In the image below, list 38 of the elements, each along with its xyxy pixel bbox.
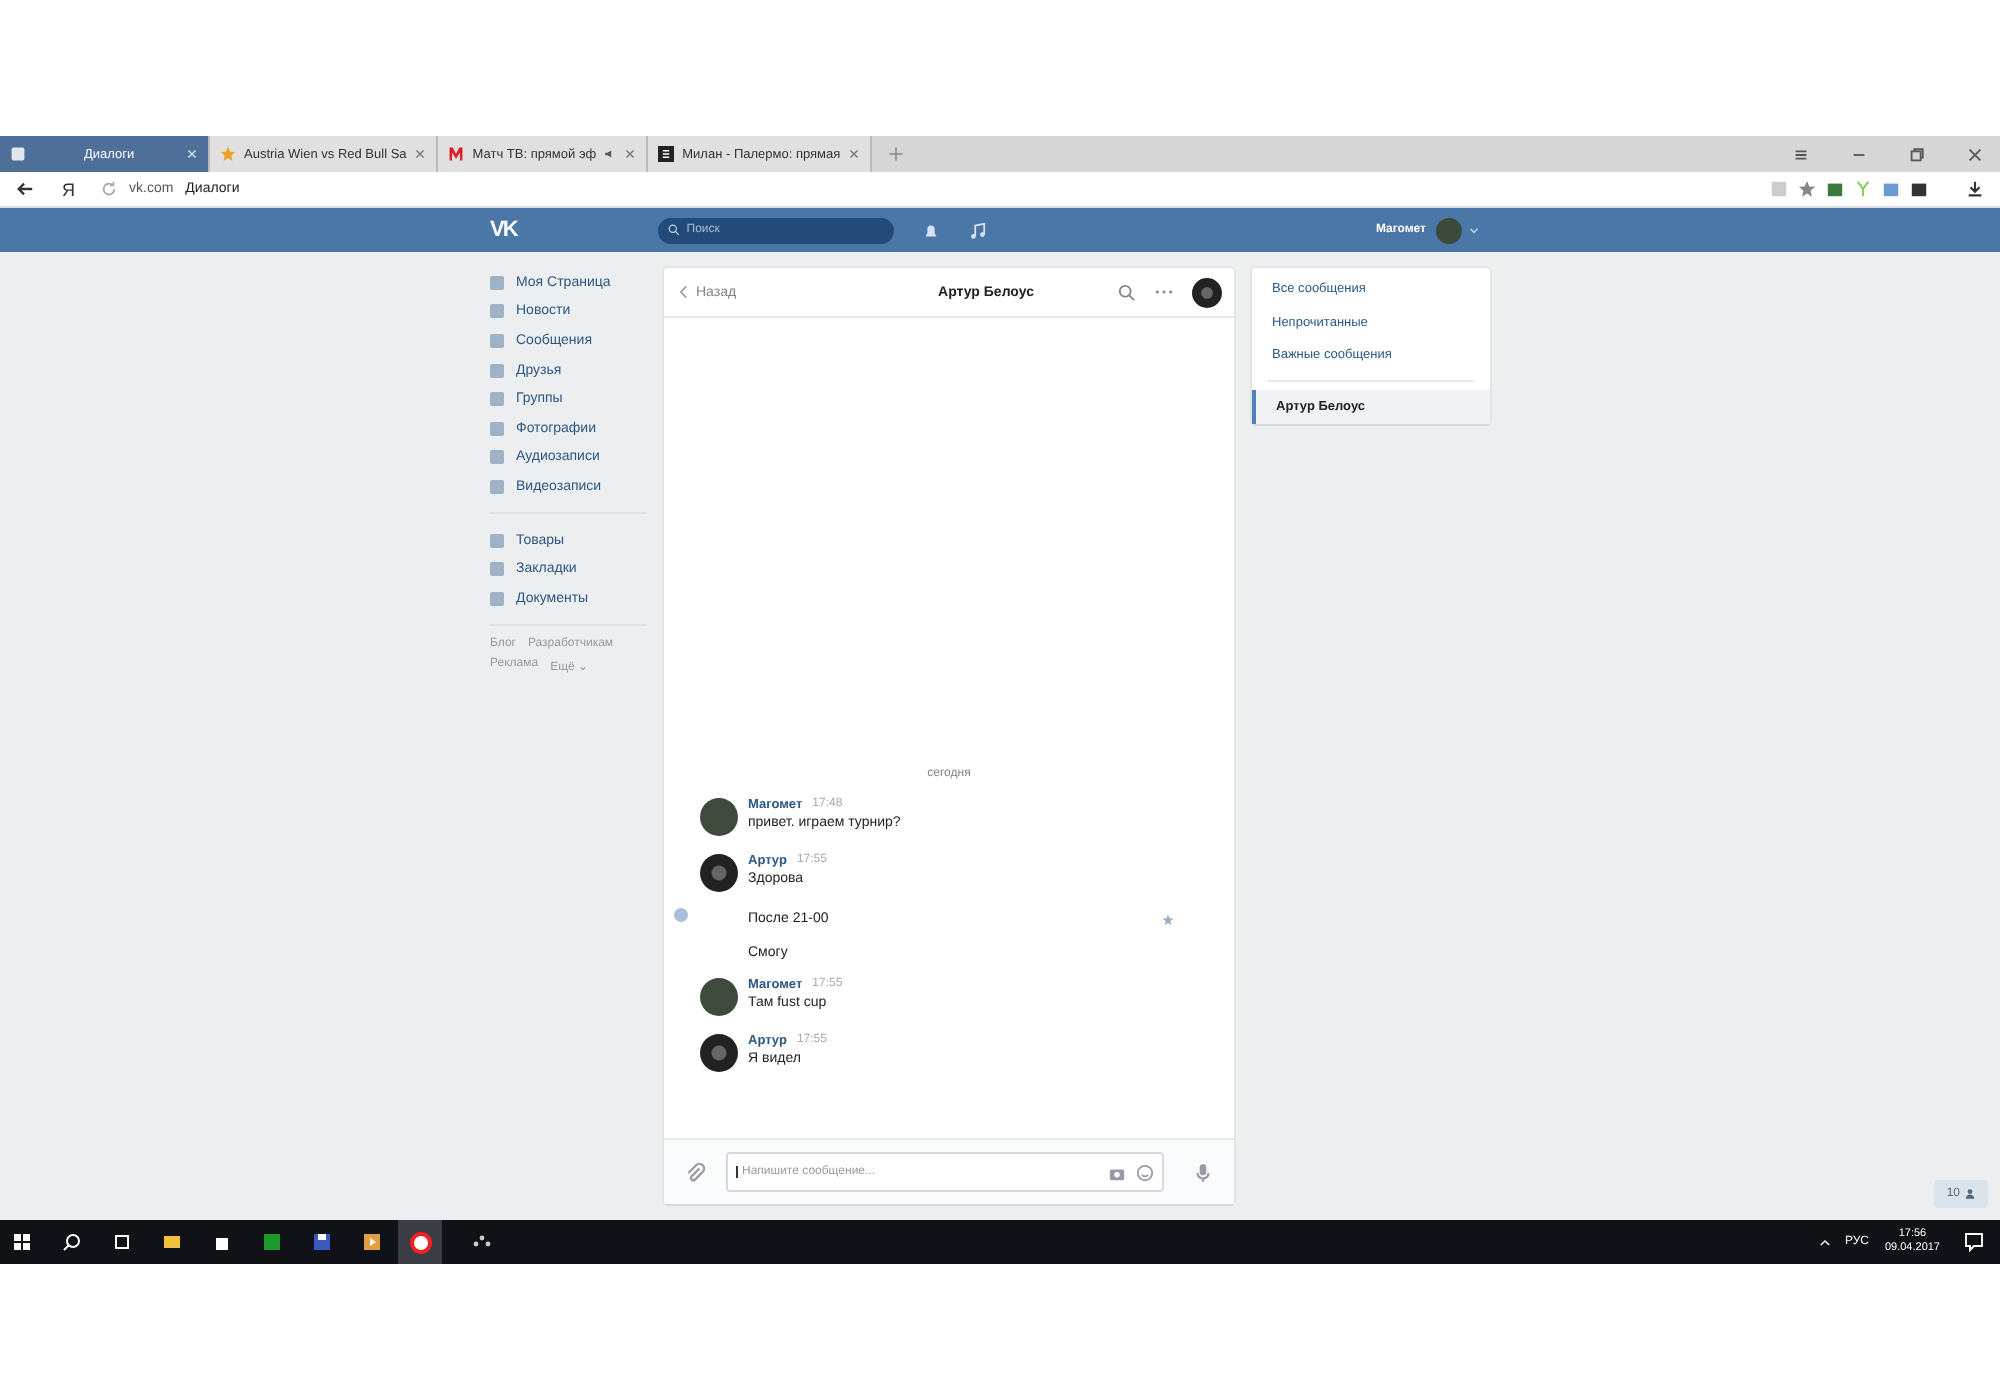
avatar-logo-icon[interactable] — [700, 854, 738, 892]
paperclip-icon[interactable] — [684, 1161, 706, 1183]
browser-taskbar-icon[interactable] — [398, 1220, 442, 1264]
show-hidden-icons-icon[interactable] — [1818, 1235, 1833, 1249]
windows-start-icon[interactable] — [12, 1232, 32, 1252]
vk-logo[interactable]: VK — [490, 218, 517, 242]
site-logo-icon — [658, 146, 675, 162]
microphone-icon[interactable] — [1192, 1161, 1214, 1183]
smiley-icon[interactable] — [1136, 1163, 1154, 1181]
m-logo-icon — [448, 146, 465, 162]
close-icon[interactable] — [1966, 145, 1984, 163]
close-tab-icon[interactable] — [414, 148, 427, 160]
search-icon — [668, 224, 681, 236]
notification-icon[interactable] — [1964, 1232, 1984, 1252]
avatar-logo-icon[interactable] — [700, 1034, 738, 1072]
app-icon[interactable] — [262, 1232, 282, 1252]
selected-message-check-icon[interactable] — [674, 908, 688, 922]
avatar-photo-placeholder[interactable] — [700, 798, 738, 836]
download-icon[interactable] — [1966, 180, 1984, 198]
media-player-icon[interactable] — [362, 1232, 382, 1252]
search-icon[interactable] — [62, 1232, 82, 1252]
browser-logo[interactable]: Я — [62, 179, 75, 199]
caret-icon[interactable] — [1468, 224, 1480, 236]
avatar-logo-icon[interactable] — [1192, 277, 1222, 307]
close-tab-icon[interactable] — [624, 148, 637, 160]
menu-icon[interactable] — [1792, 145, 1810, 163]
folder-icon[interactable] — [162, 1232, 182, 1252]
restore-icon[interactable] — [1908, 145, 1926, 163]
back-arrow-icon[interactable] — [16, 180, 34, 198]
bookmark-star-icon[interactable] — [1798, 180, 1816, 198]
avatar-photo-placeholder[interactable] — [700, 978, 738, 1016]
close-tab-icon[interactable] — [848, 148, 861, 160]
task-view-icon[interactable] — [112, 1232, 132, 1252]
network-nodes-icon[interactable] — [472, 1232, 492, 1252]
chevron-left-icon[interactable] — [676, 284, 692, 300]
bell-icon[interactable] — [922, 221, 941, 239]
more-icon[interactable] — [1154, 288, 1174, 296]
speaker-icon[interactable] — [604, 148, 617, 160]
